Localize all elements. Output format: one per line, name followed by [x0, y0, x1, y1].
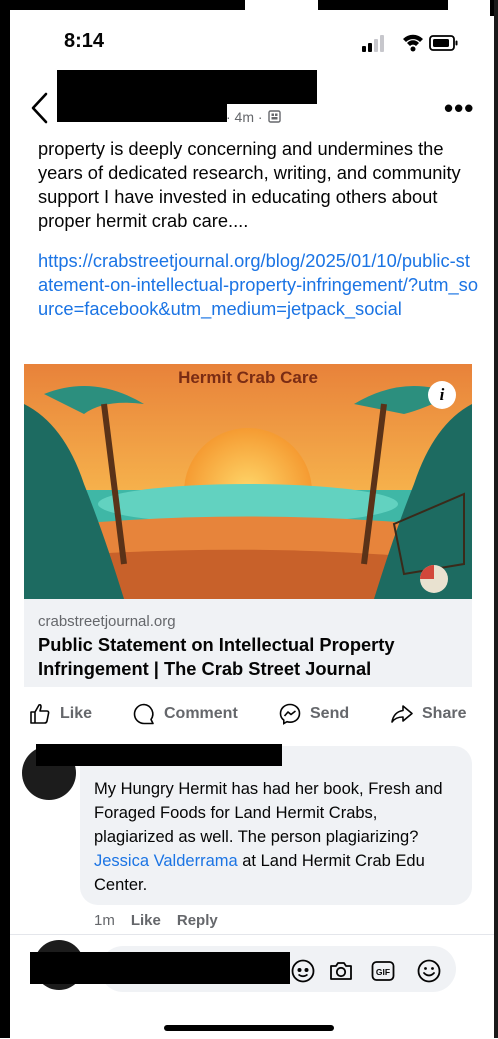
comment-text-part: My Hungry Hermit has had her book, Fresh… — [94, 780, 443, 846]
link-domain: crabstreetjournal.org — [38, 613, 176, 630]
comment-actions: 1m Like Reply — [94, 912, 218, 929]
redacted-commenter-name — [36, 744, 282, 766]
screen-edge-top — [318, 0, 448, 10]
status-time: 8:14 — [64, 30, 105, 52]
send-button[interactable]: Send — [278, 702, 349, 726]
post-link[interactable]: https://crabstreetjournal.org/blog/2025/… — [38, 249, 478, 321]
back-chevron-icon[interactable] — [26, 90, 56, 126]
avatar-sticker-icon[interactable] — [290, 958, 316, 984]
beach-sunset-illustration — [24, 364, 472, 599]
more-options-icon[interactable]: ••• — [444, 93, 474, 124]
signal-icon — [362, 35, 384, 52]
share-button[interactable]: Share — [390, 702, 466, 726]
thumbs-up-icon — [30, 703, 50, 724]
wifi-icon — [403, 34, 423, 52]
like-label: Like — [60, 705, 93, 722]
comment-text: My Hungry Hermit has had her book, Fresh… — [94, 777, 450, 897]
image-caption: Hermit Crab Care — [178, 368, 318, 387]
comment-icon — [133, 703, 154, 725]
post-body: property is deeply concerning and underm… — [38, 138, 461, 231]
link-preview-image: Hermit Crab Care i — [24, 364, 472, 599]
comment-reply-button[interactable]: Reply — [177, 912, 218, 929]
post-meta: · 4m · — [226, 109, 282, 125]
gif-icon[interactable]: GIF — [370, 958, 396, 984]
info-icon[interactable]: i — [428, 381, 456, 409]
screen-edge-top — [0, 0, 245, 10]
screen-edge-left — [0, 0, 10, 1038]
comment-like-button[interactable]: Like — [131, 912, 161, 929]
comment-mention-link[interactable]: Jessica Valderrama — [94, 852, 238, 870]
link-title: Public Statement on Intellectual Propert… — [38, 634, 395, 679]
link-preview-card[interactable]: Hermit Crab Care i crabstreetjournal.org… — [24, 364, 472, 687]
comment-time: 1m — [94, 912, 115, 929]
redacted-composer — [30, 952, 290, 984]
comment-label: Comment — [164, 705, 238, 722]
send-label: Send — [310, 705, 350, 722]
share-label: Share — [422, 705, 467, 722]
camera-icon[interactable] — [328, 958, 354, 984]
share-arrow-icon — [391, 705, 413, 723]
screen-edge-right — [494, 0, 498, 1038]
home-indicator[interactable] — [164, 1025, 334, 1031]
comment-button[interactable]: Comment — [132, 702, 238, 726]
redacted-author-name — [57, 100, 227, 122]
post-timestamp: · 4m · — [226, 109, 263, 125]
battery-icon — [429, 35, 458, 51]
like-button[interactable]: Like — [28, 702, 92, 726]
messenger-icon — [279, 703, 301, 725]
status-icons — [362, 34, 458, 52]
redacted-author-name — [57, 70, 317, 104]
svg-text:GIF: GIF — [376, 967, 390, 977]
emoji-icon[interactable] — [416, 958, 442, 984]
audience-icon — [268, 110, 282, 123]
